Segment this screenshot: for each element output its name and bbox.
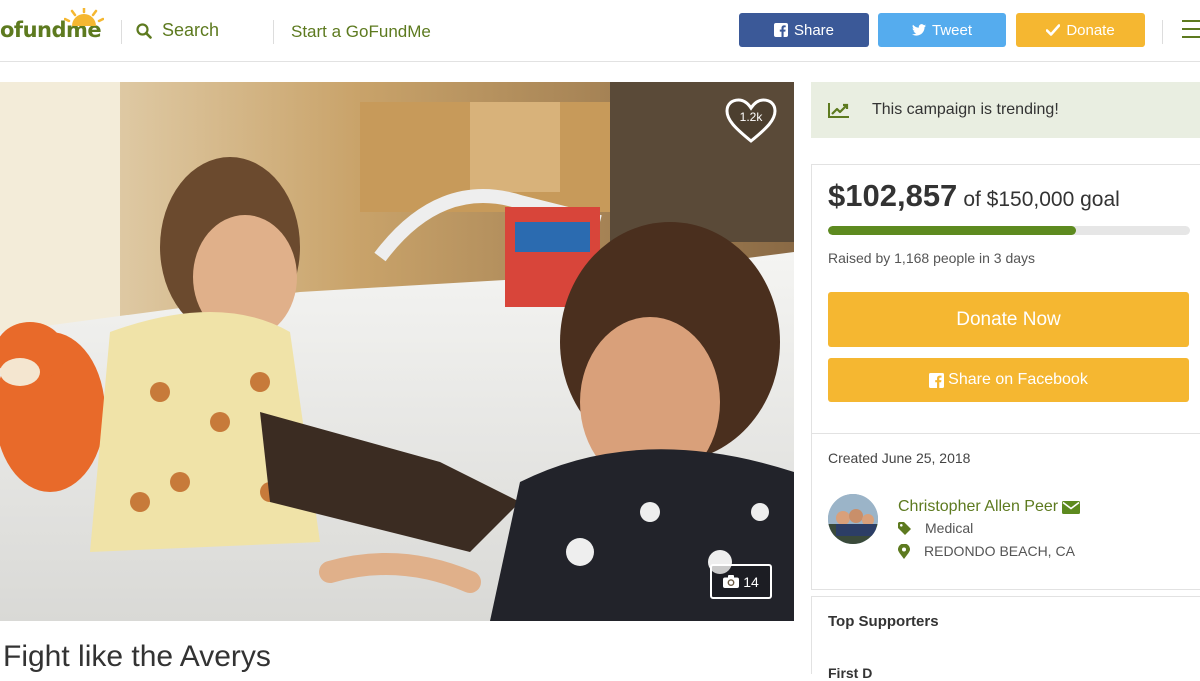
top-header: ofundme Search Start a GoFundMe Share Tw… <box>0 0 1200 62</box>
share-on-facebook-label: Share on Facebook <box>948 371 1088 388</box>
category-row: Medical <box>898 520 973 536</box>
next-section-heading-partial: First D <box>828 665 873 681</box>
amount-raised: $102,857 <box>828 178 958 213</box>
avatar-photo <box>828 494 878 544</box>
envelope-icon[interactable] <box>1062 500 1081 514</box>
logo-sun-icon <box>64 8 104 26</box>
top-supporters-heading: Top Supporters <box>828 613 939 630</box>
header-divider <box>121 20 122 44</box>
location-label: REDONDO BEACH, CA <box>924 543 1075 559</box>
share-label: Share <box>793 21 835 39</box>
trending-banner: This campaign is trending! <box>811 82 1200 138</box>
donate-button[interactable]: Donate <box>1016 13 1145 47</box>
checkmark-icon <box>1046 24 1061 36</box>
gofundme-logo[interactable]: ofundme <box>0 8 104 44</box>
likes-count: 1.2k <box>739 110 763 124</box>
location-row: REDONDO BEACH, CA <box>898 543 1075 559</box>
share-on-facebook-button[interactable]: Share on Facebook <box>828 358 1189 402</box>
donate-now-button[interactable]: Donate Now <box>828 292 1189 347</box>
progress-bar-fill <box>828 226 1077 235</box>
tweet-label: Tweet <box>931 21 973 39</box>
facebook-icon <box>773 23 788 37</box>
campaign-photo[interactable] <box>0 82 794 621</box>
tweet-button[interactable]: Tweet <box>878 13 1006 47</box>
trending-text: This campaign is trending! <box>872 101 1059 118</box>
header-divider <box>1162 20 1163 44</box>
twitter-icon <box>911 24 926 36</box>
created-date: Created June 25, 2018 <box>828 450 971 466</box>
photo-count: 14 <box>743 573 759 590</box>
facebook-icon <box>929 372 945 388</box>
goal-amount: of $150,000 goal <box>963 188 1120 211</box>
search-label: Search <box>162 20 220 40</box>
start-gofundme-link[interactable]: Start a GoFundMe <box>291 22 431 42</box>
category-label[interactable]: Medical <box>925 520 973 536</box>
photo-gallery-button[interactable]: 14 <box>710 564 772 599</box>
amount-raised-row: $102,857 of $150,000 goal <box>828 178 1120 214</box>
search-icon <box>136 22 152 39</box>
header-divider <box>273 20 274 44</box>
organizer-name: Christopher Allen Peer <box>898 498 1059 515</box>
progress-bar <box>828 226 1190 235</box>
map-pin-icon <box>898 543 910 559</box>
search-button[interactable]: Search <box>136 20 219 41</box>
tag-icon <box>898 521 911 535</box>
donate-label: Donate <box>1066 21 1115 39</box>
top-supporters-card <box>811 596 1200 674</box>
share-button[interactable]: Share <box>739 13 869 47</box>
camera-icon <box>723 575 740 588</box>
organizer-name-link[interactable]: Christopher Allen Peer <box>898 498 1081 516</box>
hamburger-menu-icon[interactable] <box>1182 20 1200 40</box>
hospital-photo-illustration <box>0 82 794 621</box>
campaign-title: Fight like the Averys <box>3 640 271 673</box>
avatar[interactable] <box>828 494 878 544</box>
raised-by-text: Raised by 1,168 people in 3 days <box>828 250 1036 266</box>
trending-chart-icon <box>828 103 849 118</box>
